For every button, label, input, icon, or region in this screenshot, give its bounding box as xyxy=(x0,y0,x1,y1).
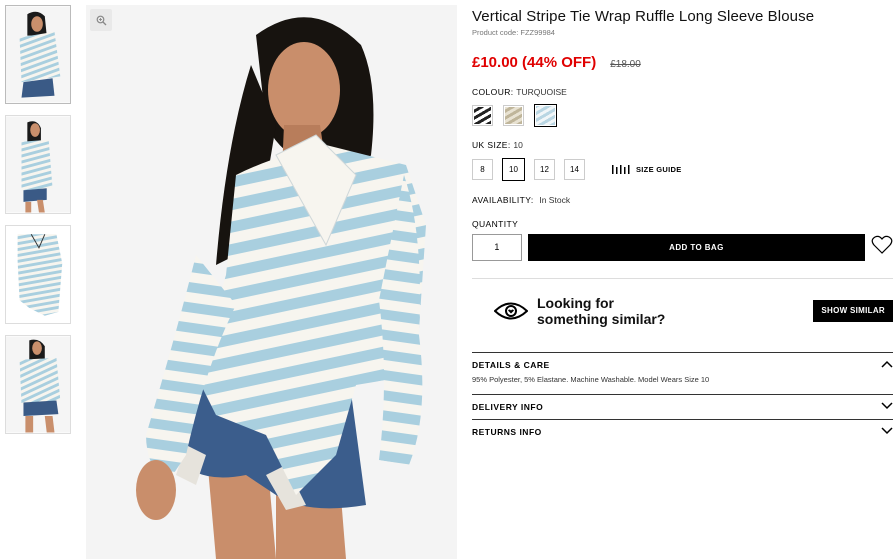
accordion-returns-info[interactable]: RETURNS INFO xyxy=(472,419,893,444)
heart-icon xyxy=(871,235,893,254)
thumbnail-3[interactable] xyxy=(5,225,71,324)
product-title: Vertical Stripe Tie Wrap Ruffle Long Sle… xyxy=(472,8,815,25)
size-option-14[interactable]: 14 xyxy=(564,159,585,180)
size-guide-label: SIZE GUIDE xyxy=(636,165,682,174)
price-row: £10.00 (44% OFF) £18.00 xyxy=(472,54,893,71)
accordion-details-care[interactable]: DETAILS & CARE 95% Polyester, 5% Elastan… xyxy=(472,352,893,394)
thumbnail-gallery xyxy=(5,5,73,445)
size-option-8[interactable]: 8 xyxy=(472,159,493,180)
swatch-stone[interactable] xyxy=(503,105,524,126)
product-details: Vertical Stripe Tie Wrap Ruffle Long Sle… xyxy=(472,0,893,444)
accordion-details-care-body: 95% Polyester, 5% Elastane. Machine Wash… xyxy=(472,375,710,384)
similar-line-1: Looking for xyxy=(537,294,614,311)
quantity-input[interactable]: 1 xyxy=(472,234,522,261)
similar-text: Looking for something similar? xyxy=(537,295,665,327)
quantity-row: 1 ADD TO BAG xyxy=(472,234,893,261)
colour-label: COLOUR: TURQUOISE xyxy=(472,87,893,97)
size-option-10[interactable]: 10 xyxy=(502,158,525,181)
thumbnail-1[interactable] xyxy=(5,5,71,104)
show-similar-button[interactable]: SHOW SIMILAR xyxy=(813,299,893,322)
size-label-text: UK SIZE: xyxy=(472,140,511,150)
size-options: 8 10 12 14 SIZE GUIDE xyxy=(472,158,893,181)
colour-value: TURQUOISE xyxy=(516,87,567,97)
eye-icon xyxy=(494,302,528,319)
swatch-turquoise-fill xyxy=(536,106,555,125)
thumbnail-2-image xyxy=(6,116,70,213)
size-label: UK SIZE: 10 xyxy=(472,140,893,150)
thumbnail-4[interactable] xyxy=(5,335,71,434)
original-price: £18.00 xyxy=(610,59,641,70)
model-photo xyxy=(86,5,457,559)
sale-price: £10.00 (44% OFF) xyxy=(472,54,597,71)
zoom-icon xyxy=(96,15,106,25)
thumbnail-1-image xyxy=(6,6,70,103)
quantity-label: QUANTITY xyxy=(472,219,519,229)
size-guide-icon xyxy=(612,165,630,174)
thumbnail-4-image xyxy=(6,336,70,433)
availability-label: AVAILABILITY: xyxy=(472,195,534,205)
thumbnail-3-image xyxy=(6,226,70,323)
accordion-delivery-info-title[interactable]: DELIVERY INFO xyxy=(472,395,893,419)
size-option-12[interactable]: 12 xyxy=(534,159,555,180)
main-product-image[interactable] xyxy=(86,5,457,559)
availability-value: In Stock xyxy=(539,195,571,205)
accordion-details-care-title[interactable]: DETAILS & CARE xyxy=(472,353,893,377)
product-code: Product code: FZZ99984 xyxy=(472,28,555,37)
add-to-bag-button[interactable]: ADD TO BAG xyxy=(527,234,865,261)
swatch-black-fill xyxy=(474,107,491,124)
size-guide-link[interactable]: SIZE GUIDE xyxy=(612,165,682,174)
wishlist-button[interactable] xyxy=(871,235,893,260)
swatch-turquoise[interactable] xyxy=(534,104,557,127)
accordion-delivery-info[interactable]: DELIVERY INFO xyxy=(472,394,893,419)
thumbnail-2[interactable] xyxy=(5,115,71,214)
swatch-stone-fill xyxy=(505,107,522,124)
colour-label-text: COLOUR: xyxy=(472,87,514,97)
chevron-up-icon xyxy=(881,360,893,368)
chevron-down-icon xyxy=(881,402,893,410)
size-value: 10 xyxy=(513,140,523,150)
chevron-down-icon xyxy=(881,427,893,435)
colour-swatches xyxy=(472,104,893,127)
accordion-returns-info-title[interactable]: RETURNS INFO xyxy=(472,420,893,444)
availability: AVAILABILITY: In Stock xyxy=(472,195,893,205)
zoom-button[interactable] xyxy=(90,9,112,31)
swatch-black[interactable] xyxy=(472,105,493,126)
similar-panel: Looking for something similar? SHOW SIMI… xyxy=(472,278,893,342)
similar-line-2: something similar? xyxy=(537,310,666,327)
